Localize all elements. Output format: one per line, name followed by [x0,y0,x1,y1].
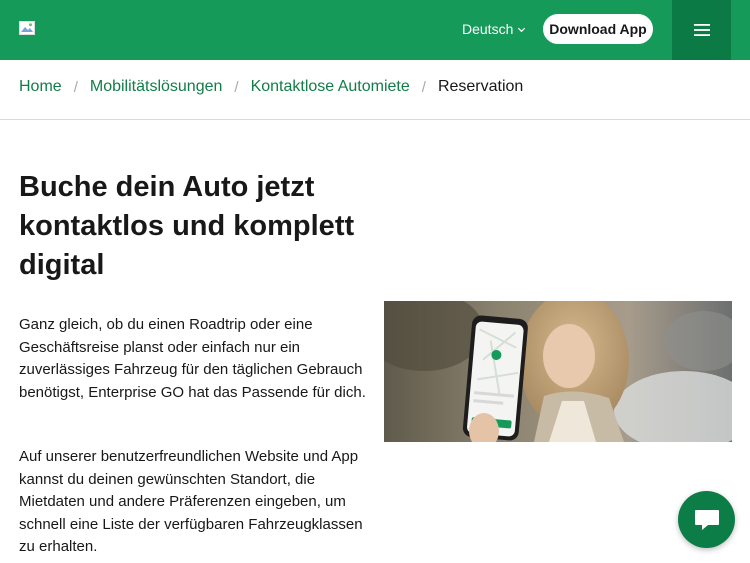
language-selector[interactable]: Deutsch [462,21,526,37]
description-paragraph: Auf unserer benutzerfreundlichen Website… [19,448,363,555]
hamburger-menu-icon [693,24,710,36]
breadcrumb-divider [0,119,750,120]
broken-image-icon [19,21,35,35]
enterprise-logo[interactable] [19,21,35,35]
woman-with-phone-illustration [384,301,732,442]
menu-button[interactable] [672,0,731,60]
download-app-button[interactable]: Download App [543,14,653,44]
download-app-label: Download App [549,21,647,37]
chat-button[interactable] [678,491,735,548]
hero-image [384,301,732,442]
breadcrumb-mobilitaetsloesungen[interactable]: Mobilitätslösungen [90,78,223,96]
breadcrumb-separator: / [73,78,78,96]
breadcrumb-home[interactable]: Home [19,78,62,96]
breadcrumb-separator: / [421,78,426,96]
chat-bubble-icon [694,509,719,530]
breadcrumb-current: Reservation [437,78,524,95]
chevron-down-icon [518,27,526,32]
intro-paragraph: Ganz gleich, ob du einen Roadtrip oder e… [19,316,366,401]
breadcrumb: Home / Mobilitätslösungen / Kontaktlose … [19,78,523,96]
top-navigation-bar: Deutsch Download App [0,0,750,60]
language-label: Deutsch [462,21,514,37]
breadcrumb-kontaktlose-automiete[interactable]: Kontaktlose Automiete [251,78,410,96]
page-title: Buche dein Auto jetzt kontaktlos und kom… [19,171,355,281]
breadcrumb-separator: / [234,78,239,96]
